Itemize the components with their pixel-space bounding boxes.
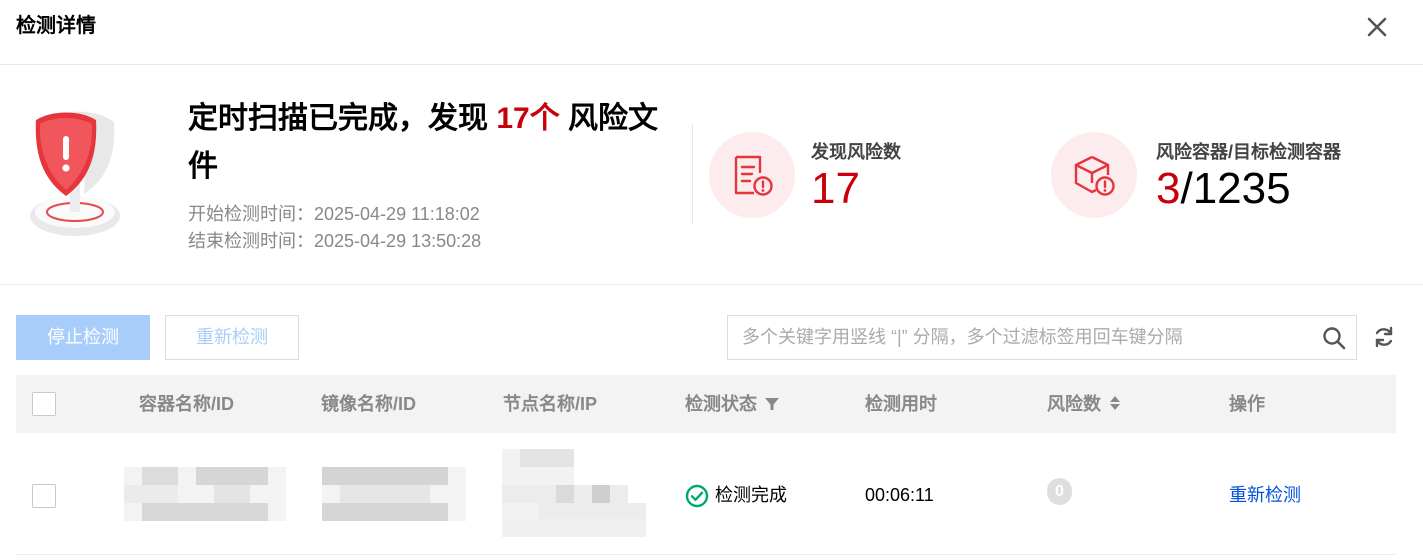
search-input[interactable] (742, 316, 1302, 359)
risk-container-value: 3/1235 (1156, 165, 1291, 213)
filter-icon[interactable] (765, 393, 779, 417)
column-risk-count-label: 风险数 (1047, 394, 1101, 414)
column-image: 镜像名称/ID (321, 394, 417, 414)
duration-text: 00:06:11 (865, 485, 934, 505)
select-all-checkbox[interactable] (32, 392, 56, 416)
risk-count-badge: 0 (1047, 478, 1072, 505)
search-box (727, 315, 1357, 360)
search-icon[interactable] (1322, 326, 1346, 350)
headline-risk-count: 17个 (496, 102, 560, 135)
column-node: 节点名称/IP (503, 394, 598, 414)
status-text: 检测完成 (715, 485, 787, 505)
container-name-pixelated (124, 467, 286, 521)
column-duration: 检测用时 (865, 394, 937, 414)
column-container: 容器名称/ID (139, 394, 235, 414)
dialog-header: 检测详情 (0, 0, 1423, 65)
risk-count-number: 17 (811, 164, 860, 213)
document-warning-icon (709, 132, 795, 218)
table-header: 容器名称/ID 镜像名称/ID 节点名称/IP 检测状态 检测用时 风险数 操作 (16, 375, 1396, 433)
risk-count-label: 发现风险数 (811, 142, 901, 162)
rescan-button[interactable]: 重新检测 (165, 315, 299, 360)
stop-scan-button[interactable]: 停止检测 (16, 315, 150, 360)
sort-icon[interactable] (1109, 393, 1121, 417)
scan-summary: 定时扫描已完成，发现 17个 风险文件 开始检测时间：2025-04-29 11… (0, 66, 1423, 285)
row-checkbox[interactable] (32, 484, 56, 508)
scan-headline: 定时扫描已完成，发现 17个 风险文件 (188, 95, 668, 191)
refresh-icon[interactable] (1372, 325, 1396, 349)
dialog-title: 检测详情 (16, 15, 96, 37)
headline-prefix: 定时扫描已完成，发现 (188, 102, 497, 135)
column-status: 检测状态 (685, 392, 779, 417)
start-time: 开始检测时间：2025-04-29 11:18:02 (188, 204, 480, 224)
rescan-link[interactable]: 重新检测 (1229, 483, 1301, 507)
risk-count-value: 17 (811, 165, 860, 213)
close-icon[interactable] (1362, 12, 1392, 42)
table-row: 检测完成 00:06:11 0 重新检测 (16, 433, 1396, 555)
column-action: 操作 (1229, 394, 1265, 414)
check-circle-icon (685, 484, 709, 508)
box-warning-icon (1051, 132, 1137, 218)
image-name-pixelated (322, 467, 466, 521)
end-time: 结束检测时间：2025-04-29 13:50:28 (188, 231, 482, 251)
risk-container-label: 风险容器/目标检测容器 (1156, 142, 1341, 162)
total-container-number: /1235 (1180, 164, 1291, 213)
column-risk-count: 风险数 (1047, 392, 1121, 417)
shield-warning-icon (22, 106, 132, 240)
node-name-pixelated (502, 449, 646, 537)
divider (692, 124, 693, 224)
column-status-label: 检测状态 (685, 394, 757, 414)
risk-container-number: 3 (1156, 164, 1181, 213)
